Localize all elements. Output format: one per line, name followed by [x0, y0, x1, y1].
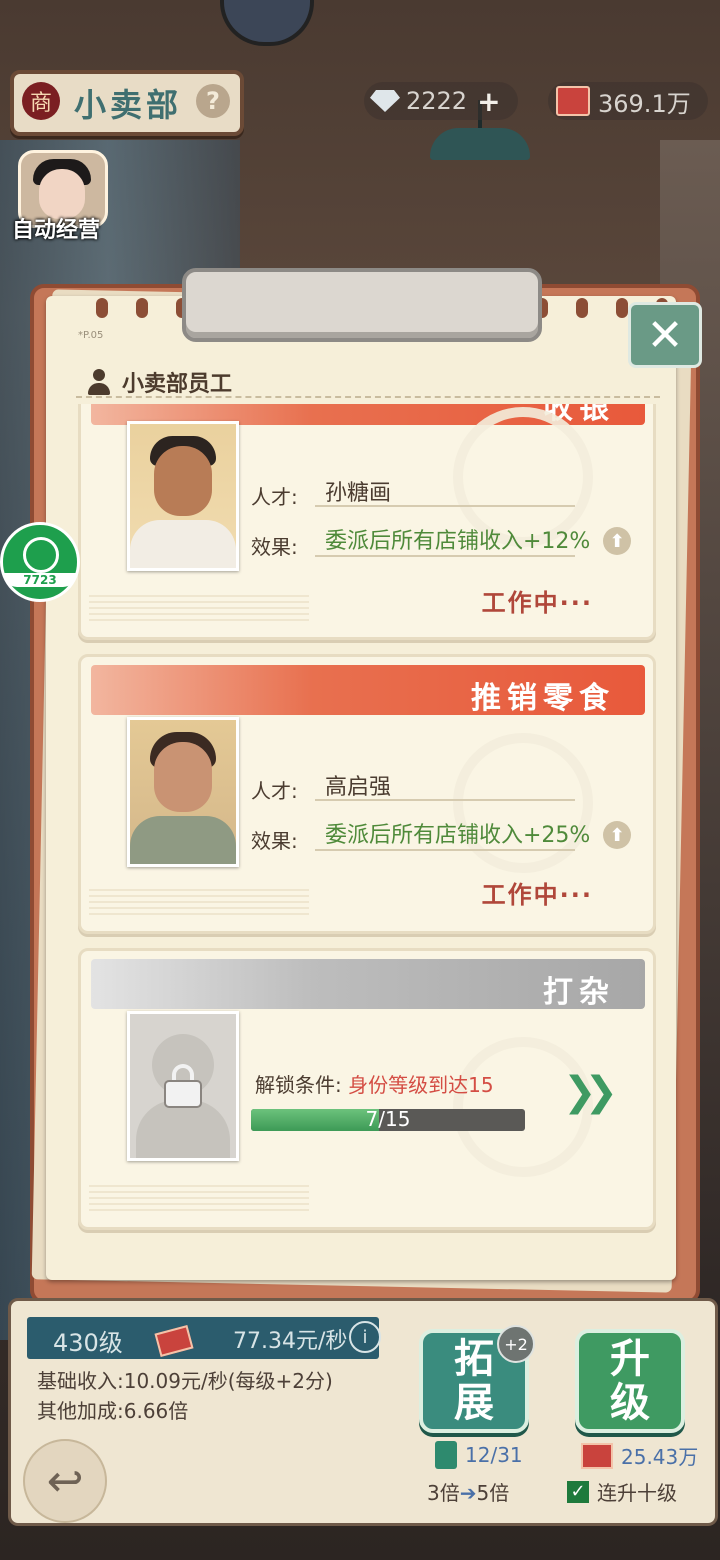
card-header: 推销零食	[91, 665, 645, 716]
staff-list[interactable]: 收银 人才: 孙糖画 效果: 委派后所有店铺收入+12% ⬆ 工作中··· 推销…	[72, 404, 662, 1240]
card-title: 打杂	[543, 975, 615, 1010]
diamond-icon	[370, 90, 400, 112]
locked-portrait	[127, 1011, 239, 1161]
card-icon	[435, 1441, 457, 1469]
auto-manage-label[interactable]: 自动经营	[12, 212, 100, 244]
multiplier-from: 3倍	[427, 1481, 460, 1505]
shop-level: 430级	[53, 1329, 123, 1357]
other-bonus: 其他加成:6.66倍	[37, 1399, 189, 1423]
expand-label: 拓展	[454, 1336, 494, 1426]
status-text: 工作中···	[481, 881, 593, 909]
side-widget-label: 7723	[3, 573, 77, 587]
unlock-requirement: 身份等级到达15	[348, 1073, 494, 1097]
close-button[interactable]: ✕	[628, 302, 702, 368]
back-arrow-icon: ↩	[46, 1455, 84, 1507]
status-text: 工作中···	[481, 589, 593, 617]
staff-card-cashier[interactable]: 收银 人才: 孙糖画 效果: 委派后所有店铺收入+12% ⬆ 工作中···	[78, 404, 656, 640]
unlock-condition: 解锁条件: 身份等级到达15	[255, 1069, 494, 1098]
effect-text: 委派后所有店铺收入+25%	[325, 823, 591, 848]
panel-title: 小卖部员工	[86, 366, 232, 398]
talent-portrait[interactable]	[127, 421, 239, 571]
effect-text: 委派后所有店铺收入+12%	[325, 529, 591, 554]
diamond-amount: 2222	[406, 87, 468, 115]
side-widget-button[interactable]: 7723	[0, 522, 80, 602]
panel-title-text: 小卖部员工	[122, 372, 233, 397]
base-income: 基础收入:10.09元/秒(每级+2分)	[37, 1369, 333, 1393]
portrait-body	[130, 520, 236, 568]
multiplier: 3倍➔5倍	[427, 1477, 509, 1506]
staff-card-snack-sales[interactable]: 推销零食 人才: 高启强 效果: 委派后所有店铺收入+25% ⬆ 工作中···	[78, 654, 656, 934]
stripes-decoration	[89, 889, 309, 915]
effect-label: 效果:	[251, 535, 298, 559]
combo-label: 连升十级	[597, 1481, 677, 1505]
lock-icon	[164, 1064, 202, 1108]
money-stack-icon	[154, 1325, 194, 1357]
ring	[136, 298, 148, 318]
unlock-progress-bar: 7/15	[251, 1109, 525, 1131]
card-header: 打杂	[91, 959, 645, 1010]
bottom-panel: 430级 77.34元/秒 i 基础收入:10.09元/秒(每级+2分) 其他加…	[8, 1298, 718, 1526]
diamond-counter: 2222 +	[364, 82, 518, 120]
cash-bill-icon	[581, 1442, 613, 1469]
double-chevron-right-icon[interactable]: ❯❯	[563, 1069, 618, 1115]
talent-label: 人才:	[251, 485, 298, 509]
person-icon	[86, 369, 112, 395]
staff-card-odd-jobs[interactable]: 打杂 解锁条件: 身份等级到达15 7/15 ❯❯	[78, 948, 656, 1230]
expand-cost-value: 12/31	[465, 1443, 523, 1467]
underline	[315, 799, 575, 801]
back-button[interactable]: ↩	[23, 1439, 107, 1523]
talent-name: 高启强	[325, 775, 392, 800]
expand-badge: +2	[497, 1325, 535, 1363]
multiplier-to: 5倍	[476, 1481, 510, 1505]
underline	[315, 555, 575, 557]
talent-name: 孙糖画	[325, 481, 392, 506]
silhouette-body	[136, 1100, 230, 1158]
shop-name: 小卖部	[74, 86, 183, 124]
stripes-decoration	[89, 1185, 309, 1211]
upgrade-arrow-icon[interactable]: ⬆	[603, 821, 631, 849]
ring	[616, 298, 628, 318]
clipboard-clip	[182, 268, 542, 342]
cash-amount: 369.1万	[598, 89, 691, 118]
lamp-shade	[430, 128, 530, 160]
upgrade-label: 升级	[610, 1336, 650, 1426]
seal-watermark	[453, 733, 593, 873]
underline	[315, 505, 575, 507]
help-icon[interactable]: ?	[196, 84, 230, 118]
level-bar: 430级 77.34元/秒 i	[27, 1317, 381, 1359]
info-icon[interactable]: i	[349, 1321, 381, 1353]
lock-case	[164, 1080, 202, 1108]
upgrade-button[interactable]: 升级	[575, 1329, 685, 1433]
unlock-label: 解锁条件:	[255, 1073, 349, 1097]
portrait-body	[130, 816, 236, 864]
arrow-right-icon: ➔	[459, 1481, 477, 1505]
cash-counter: 369.1万	[548, 82, 708, 120]
upgrade-cost: 25.43万	[581, 1441, 698, 1470]
shop-name-plate: 商 小卖部 ?	[10, 70, 244, 136]
talent-portrait[interactable]	[127, 717, 239, 867]
shop-badge-icon: 商	[22, 82, 60, 120]
combo-upgrade-toggle[interactable]: ✓ 连升十级	[567, 1477, 677, 1506]
upgrade-arrow-icon[interactable]: ⬆	[603, 527, 631, 555]
income-rate: 77.34元/秒	[233, 1329, 348, 1354]
talent-label: 人才:	[251, 779, 298, 803]
cash-icon	[556, 86, 590, 116]
effect-label: 效果:	[251, 829, 298, 853]
progress-text: 7/15	[365, 1109, 411, 1131]
check-icon[interactable]: ✓	[567, 1480, 589, 1503]
stripes-decoration	[89, 595, 309, 621]
ring	[576, 298, 588, 318]
page-number: *P.05	[78, 330, 104, 341]
portrait-face	[154, 742, 212, 812]
portrait-face	[154, 446, 212, 516]
expand-cost: 12/31	[435, 1441, 523, 1469]
upgrade-cost-value: 25.43万	[621, 1445, 699, 1469]
ring	[96, 298, 108, 318]
underline	[315, 849, 575, 851]
add-diamond-button[interactable]: +	[477, 85, 500, 118]
divider	[76, 396, 660, 398]
card-title: 推销零食	[471, 681, 615, 716]
target-icon	[23, 537, 59, 573]
